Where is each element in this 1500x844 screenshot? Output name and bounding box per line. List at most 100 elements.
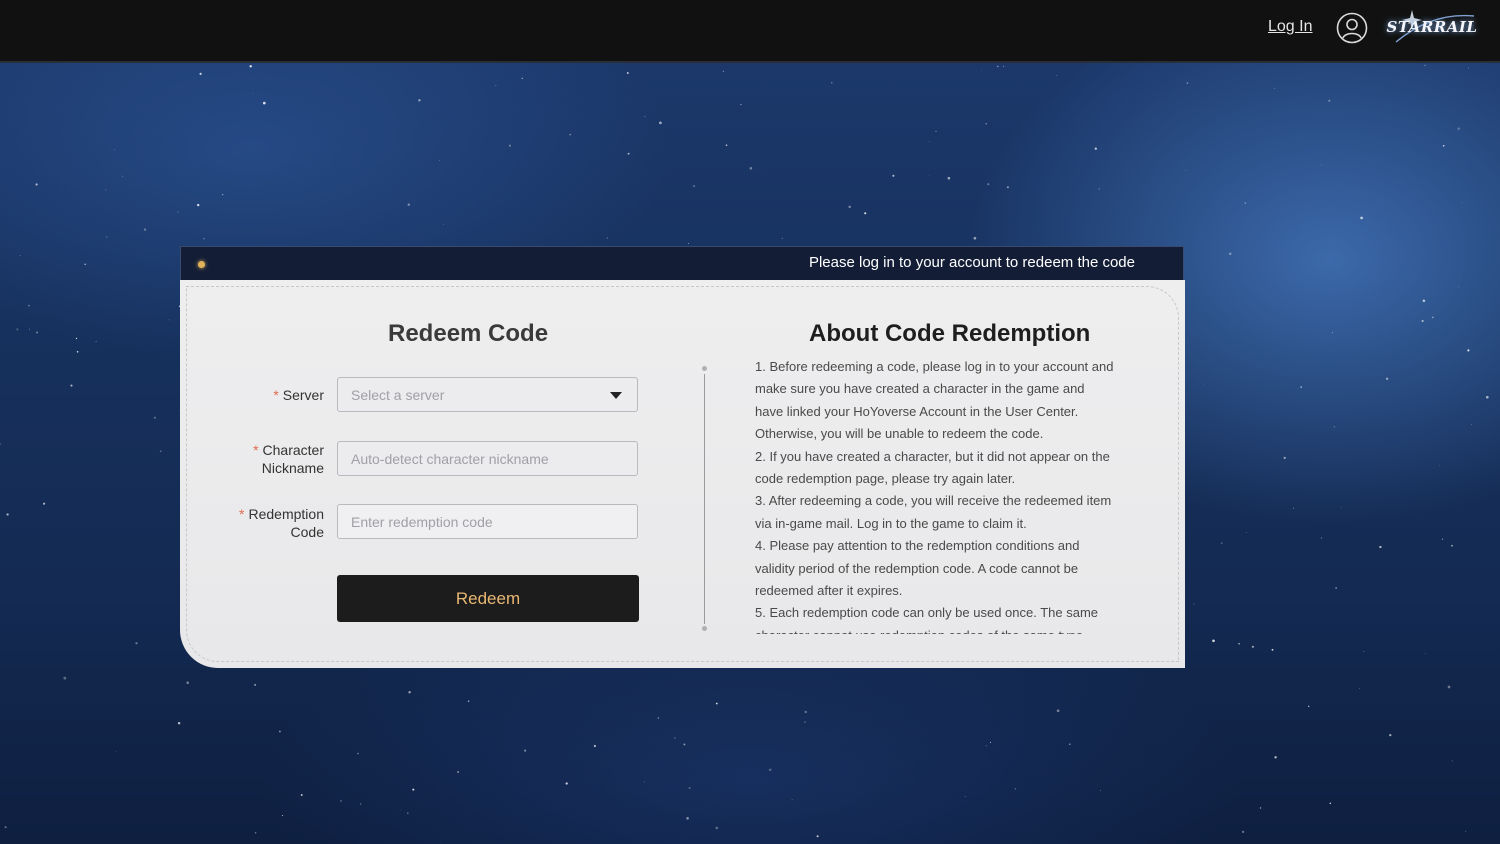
game-logo[interactable]: STARRAIL bbox=[1382, 4, 1482, 56]
star bbox=[1056, 74, 1058, 76]
star bbox=[593, 744, 597, 748]
rule-item: 3. After redeeming a code, you will rece… bbox=[755, 493, 1112, 531]
star bbox=[508, 144, 511, 147]
star bbox=[848, 205, 851, 209]
star bbox=[222, 194, 224, 196]
star bbox=[407, 203, 411, 206]
star bbox=[947, 176, 951, 180]
star bbox=[985, 122, 988, 125]
star bbox=[1244, 202, 1246, 204]
star bbox=[340, 800, 342, 802]
star bbox=[186, 681, 189, 684]
star bbox=[1320, 164, 1322, 166]
star bbox=[199, 72, 202, 76]
star bbox=[1228, 252, 1232, 256]
star bbox=[1385, 377, 1389, 381]
star bbox=[76, 350, 79, 353]
user-circle-icon[interactable] bbox=[1336, 12, 1368, 44]
star bbox=[281, 814, 284, 817]
section-divider bbox=[704, 374, 705, 624]
star bbox=[84, 263, 87, 266]
star bbox=[1468, 67, 1469, 69]
about-rules-list[interactable]: 1. Before redeeming a code, please log i… bbox=[755, 356, 1115, 634]
star bbox=[1379, 545, 1382, 549]
star bbox=[1389, 733, 1392, 737]
star bbox=[683, 743, 686, 746]
star bbox=[1471, 423, 1473, 425]
star bbox=[1100, 790, 1101, 792]
rule-item: 2. If you have created a character, but … bbox=[755, 448, 1110, 487]
star bbox=[279, 730, 281, 733]
redemption-code-input[interactable] bbox=[337, 504, 638, 539]
star bbox=[1359, 688, 1360, 689]
star bbox=[1203, 385, 1205, 386]
star bbox=[28, 328, 30, 330]
star bbox=[1193, 603, 1195, 605]
star bbox=[418, 99, 421, 102]
star bbox=[740, 103, 742, 106]
star bbox=[981, 69, 982, 71]
star bbox=[16, 328, 19, 331]
star bbox=[177, 722, 181, 725]
required-mark: * bbox=[273, 387, 279, 403]
star bbox=[1447, 685, 1451, 689]
star bbox=[715, 826, 719, 830]
star bbox=[521, 77, 523, 79]
redeem-button[interactable]: Redeem bbox=[337, 575, 639, 622]
star bbox=[1274, 756, 1277, 759]
star bbox=[495, 85, 497, 86]
star bbox=[1422, 299, 1426, 303]
server-select-value: Select a server bbox=[351, 387, 445, 403]
star bbox=[627, 152, 630, 155]
star bbox=[987, 183, 990, 186]
star bbox=[1485, 395, 1489, 399]
star bbox=[1003, 65, 1005, 67]
star bbox=[791, 799, 793, 800]
star bbox=[928, 174, 930, 176]
star bbox=[687, 242, 690, 244]
star bbox=[412, 788, 415, 791]
star bbox=[19, 254, 21, 256]
star bbox=[1458, 286, 1460, 288]
star bbox=[935, 130, 937, 133]
star bbox=[262, 101, 266, 105]
star bbox=[804, 721, 806, 723]
star bbox=[1094, 147, 1097, 150]
star bbox=[1056, 709, 1060, 713]
star bbox=[1259, 807, 1262, 809]
star bbox=[1185, 170, 1187, 172]
star bbox=[749, 167, 753, 170]
star bbox=[693, 185, 695, 187]
star bbox=[1006, 186, 1009, 189]
star bbox=[804, 710, 807, 714]
server-label: * Server bbox=[180, 386, 324, 404]
star bbox=[768, 768, 772, 772]
star bbox=[153, 416, 157, 419]
character-label-line2: Nickname bbox=[261, 460, 324, 476]
star bbox=[1014, 788, 1016, 790]
star bbox=[360, 803, 362, 805]
server-label-text: Server bbox=[282, 387, 324, 403]
star bbox=[1251, 645, 1254, 648]
login-link[interactable]: Log In bbox=[1268, 18, 1312, 36]
star bbox=[565, 782, 568, 785]
server-select[interactable]: Select a server bbox=[337, 377, 638, 412]
star bbox=[399, 809, 401, 811]
rule-item: 5. Each redemption code can only be used… bbox=[755, 605, 1099, 634]
star bbox=[1292, 507, 1295, 509]
required-mark: * bbox=[239, 506, 245, 522]
star bbox=[457, 771, 460, 773]
star bbox=[254, 683, 257, 686]
star bbox=[626, 72, 629, 74]
chevron-down-icon bbox=[610, 392, 622, 399]
rule-item: 4. Please pay attention to the redemptio… bbox=[755, 538, 1080, 599]
star bbox=[43, 502, 46, 505]
star bbox=[70, 384, 73, 387]
star bbox=[1333, 426, 1336, 428]
star bbox=[1069, 743, 1071, 745]
star bbox=[252, 92, 254, 94]
character-nickname-input[interactable] bbox=[337, 441, 638, 476]
star bbox=[408, 691, 411, 694]
star bbox=[4, 826, 7, 829]
star bbox=[929, 141, 930, 143]
